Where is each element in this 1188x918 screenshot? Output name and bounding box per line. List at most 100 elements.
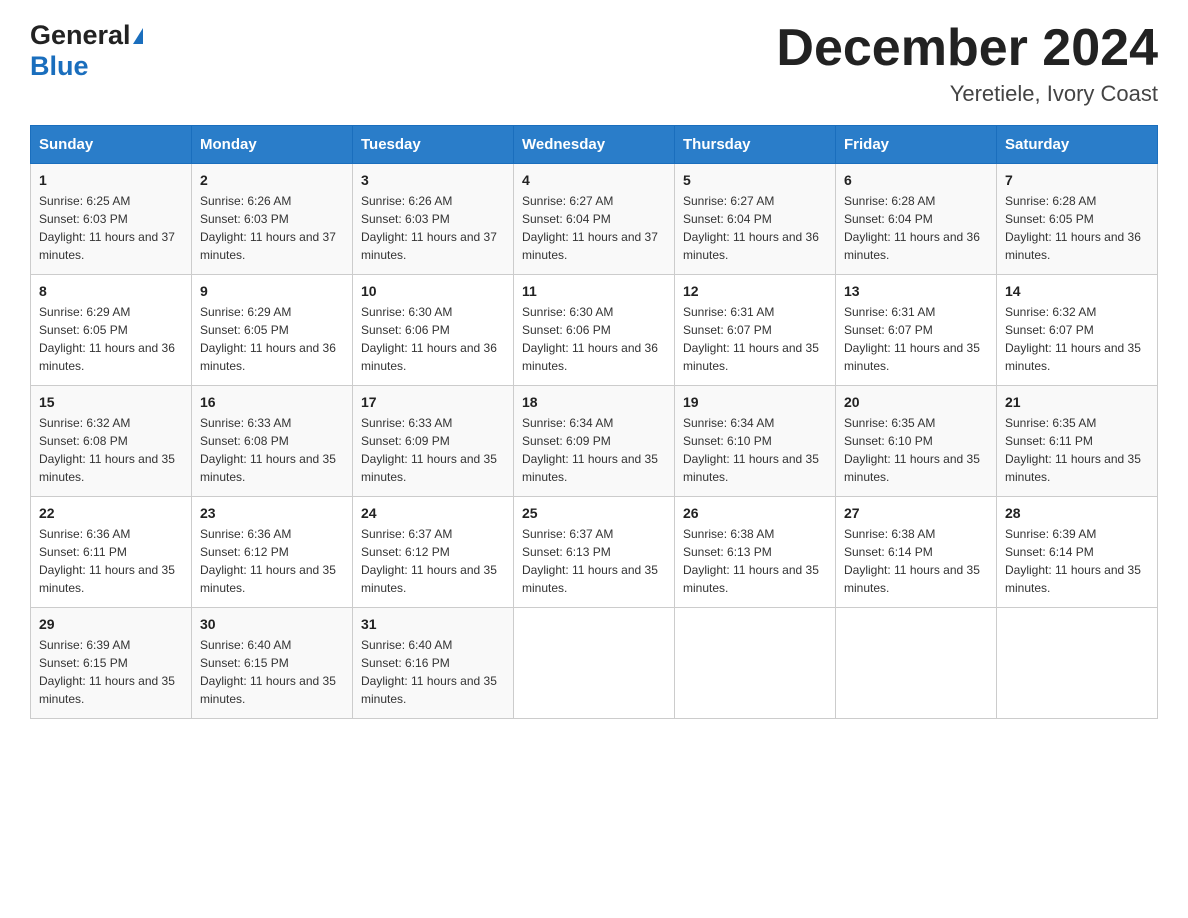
calendar-week-row: 15Sunrise: 6:32 AMSunset: 6:08 PMDayligh…	[31, 386, 1158, 497]
day-info: Sunrise: 6:35 AMSunset: 6:10 PMDaylight:…	[844, 414, 988, 486]
calendar-day-cell: 2 Sunrise: 6:26 AMSunset: 6:03 PMDaylight…	[192, 164, 353, 275]
calendar-day-cell	[997, 608, 1158, 719]
calendar-day-cell: 5Sunrise: 6:27 AMSunset: 6:04 PMDaylight…	[675, 164, 836, 275]
day-info: Sunrise: 6:38 AMSunset: 6:14 PMDaylight:…	[844, 525, 988, 597]
day-info: Sunrise: 6:34 AMSunset: 6:10 PMDaylight:…	[683, 414, 827, 486]
day-number: 30	[200, 616, 344, 632]
day-info: Sunrise: 6:40 AMSunset: 6:15 PMDaylight:…	[200, 636, 344, 708]
day-number: 22	[39, 505, 183, 521]
day-number: 29	[39, 616, 183, 632]
day-number: 21	[1005, 394, 1149, 410]
day-number: 31	[361, 616, 505, 632]
calendar-day-cell: 26Sunrise: 6:38 AMSunset: 6:13 PMDayligh…	[675, 497, 836, 608]
title-block: December 2024 Yeretiele, Ivory Coast	[776, 20, 1158, 107]
logo: General Blue	[30, 20, 143, 82]
day-info: Sunrise: 6:31 AMSunset: 6:07 PMDaylight:…	[844, 303, 988, 375]
calendar-week-row: 29 Sunrise: 6:39 AMSunset: 6:15 PMDayligh…	[31, 608, 1158, 719]
day-info: Sunrise: 6:29 AMSunset: 6:05 PMDaylight:…	[200, 303, 344, 375]
day-number: 8	[39, 283, 183, 299]
day-number: 13	[844, 283, 988, 299]
calendar-day-cell: 19 Sunrise: 6:34 AMSunset: 6:10 PMDayligh…	[675, 386, 836, 497]
calendar-day-cell: 25Sunrise: 6:37 AMSunset: 6:13 PMDayligh…	[514, 497, 675, 608]
day-number: 7	[1005, 172, 1149, 188]
logo-general-text: General	[30, 20, 131, 51]
day-number: 26	[683, 505, 827, 521]
day-info: Sunrise: 6:28 AMSunset: 6:05 PMDaylight:…	[1005, 192, 1149, 264]
page-location: Yeretiele, Ivory Coast	[776, 81, 1158, 107]
day-info: Sunrise: 6:39 AMSunset: 6:14 PMDaylight:…	[1005, 525, 1149, 597]
header-row: Sunday Monday Tuesday Wednesday Thursday…	[31, 126, 1158, 164]
day-number: 16	[200, 394, 344, 410]
day-number: 18	[522, 394, 666, 410]
day-number: 27	[844, 505, 988, 521]
day-number: 1	[39, 172, 183, 188]
day-info: Sunrise: 6:26 AMSunset: 6:03 PMDaylight:…	[200, 192, 344, 264]
col-saturday: Saturday	[997, 126, 1158, 164]
col-sunday: Sunday	[31, 126, 192, 164]
calendar-day-cell: 7 Sunrise: 6:28 AMSunset: 6:05 PMDaylight…	[997, 164, 1158, 275]
calendar-day-cell: 4 Sunrise: 6:27 AMSunset: 6:04 PMDaylight…	[514, 164, 675, 275]
day-number: 2	[200, 172, 344, 188]
day-info: Sunrise: 6:36 AMSunset: 6:12 PMDaylight:…	[200, 525, 344, 597]
day-info: Sunrise: 6:40 AMSunset: 6:16 PMDaylight:…	[361, 636, 505, 708]
day-info: Sunrise: 6:27 AMSunset: 6:04 PMDaylight:…	[683, 192, 827, 264]
day-number: 11	[522, 283, 666, 299]
day-number: 25	[522, 505, 666, 521]
day-number: 15	[39, 394, 183, 410]
col-monday: Monday	[192, 126, 353, 164]
day-number: 9	[200, 283, 344, 299]
calendar-day-cell: 10Sunrise: 6:30 AMSunset: 6:06 PMDayligh…	[353, 275, 514, 386]
day-number: 24	[361, 505, 505, 521]
calendar-table: Sunday Monday Tuesday Wednesday Thursday…	[30, 125, 1158, 719]
day-number: 14	[1005, 283, 1149, 299]
day-info: Sunrise: 6:29 AMSunset: 6:05 PMDaylight:…	[39, 303, 183, 375]
page-title: December 2024	[776, 20, 1158, 77]
day-info: Sunrise: 6:28 AMSunset: 6:04 PMDaylight:…	[844, 192, 988, 264]
calendar-day-cell	[836, 608, 997, 719]
calendar-day-cell: 1 Sunrise: 6:25 AMSunset: 6:03 PMDaylight…	[31, 164, 192, 275]
calendar-day-cell: 15Sunrise: 6:32 AMSunset: 6:08 PMDayligh…	[31, 386, 192, 497]
day-info: Sunrise: 6:32 AMSunset: 6:07 PMDaylight:…	[1005, 303, 1149, 375]
col-wednesday: Wednesday	[514, 126, 675, 164]
calendar-day-cell: 3Sunrise: 6:26 AMSunset: 6:03 PMDaylight…	[353, 164, 514, 275]
calendar-header: Sunday Monday Tuesday Wednesday Thursday…	[31, 126, 1158, 164]
day-info: Sunrise: 6:30 AMSunset: 6:06 PMDaylight:…	[522, 303, 666, 375]
day-info: Sunrise: 6:25 AMSunset: 6:03 PMDaylight:…	[39, 192, 183, 264]
calendar-day-cell: 29 Sunrise: 6:39 AMSunset: 6:15 PMDayligh…	[31, 608, 192, 719]
calendar-day-cell: 6 Sunrise: 6:28 AMSunset: 6:04 PMDaylight…	[836, 164, 997, 275]
calendar-day-cell	[675, 608, 836, 719]
day-number: 12	[683, 283, 827, 299]
day-number: 4	[522, 172, 666, 188]
col-friday: Friday	[836, 126, 997, 164]
calendar-day-cell: 28 Sunrise: 6:39 AMSunset: 6:14 PMDayligh…	[997, 497, 1158, 608]
day-number: 10	[361, 283, 505, 299]
calendar-day-cell: 20 Sunrise: 6:35 AMSunset: 6:10 PMDayligh…	[836, 386, 997, 497]
col-thursday: Thursday	[675, 126, 836, 164]
day-info: Sunrise: 6:35 AMSunset: 6:11 PMDaylight:…	[1005, 414, 1149, 486]
day-info: Sunrise: 6:34 AMSunset: 6:09 PMDaylight:…	[522, 414, 666, 486]
day-number: 20	[844, 394, 988, 410]
day-info: Sunrise: 6:33 AMSunset: 6:09 PMDaylight:…	[361, 414, 505, 486]
calendar-day-cell: 21 Sunrise: 6:35 AMSunset: 6:11 PMDayligh…	[997, 386, 1158, 497]
day-info: Sunrise: 6:39 AMSunset: 6:15 PMDaylight:…	[39, 636, 183, 708]
day-number: 19	[683, 394, 827, 410]
calendar-day-cell: 23 Sunrise: 6:36 AMSunset: 6:12 PMDayligh…	[192, 497, 353, 608]
day-info: Sunrise: 6:33 AMSunset: 6:08 PMDaylight:…	[200, 414, 344, 486]
calendar-day-cell: 27 Sunrise: 6:38 AMSunset: 6:14 PMDayligh…	[836, 497, 997, 608]
calendar-day-cell: 8 Sunrise: 6:29 AMSunset: 6:05 PMDaylight…	[31, 275, 192, 386]
day-number: 6	[844, 172, 988, 188]
day-info: Sunrise: 6:31 AMSunset: 6:07 PMDaylight:…	[683, 303, 827, 375]
day-info: Sunrise: 6:27 AMSunset: 6:04 PMDaylight:…	[522, 192, 666, 264]
calendar-day-cell: 18 Sunrise: 6:34 AMSunset: 6:09 PMDayligh…	[514, 386, 675, 497]
page-header: General Blue December 2024 Yeretiele, Iv…	[30, 20, 1158, 107]
calendar-day-cell: 30 Sunrise: 6:40 AMSunset: 6:15 PMDayligh…	[192, 608, 353, 719]
calendar-day-cell: 14 Sunrise: 6:32 AMSunset: 6:07 PMDayligh…	[997, 275, 1158, 386]
calendar-week-row: 22 Sunrise: 6:36 AMSunset: 6:11 PMDayligh…	[31, 497, 1158, 608]
calendar-day-cell: 12 Sunrise: 6:31 AMSunset: 6:07 PMDayligh…	[675, 275, 836, 386]
calendar-body: 1 Sunrise: 6:25 AMSunset: 6:03 PMDaylight…	[31, 164, 1158, 719]
day-info: Sunrise: 6:36 AMSunset: 6:11 PMDaylight:…	[39, 525, 183, 597]
day-number: 23	[200, 505, 344, 521]
calendar-week-row: 8 Sunrise: 6:29 AMSunset: 6:05 PMDaylight…	[31, 275, 1158, 386]
logo-triangle-icon	[133, 28, 143, 44]
day-number: 28	[1005, 505, 1149, 521]
